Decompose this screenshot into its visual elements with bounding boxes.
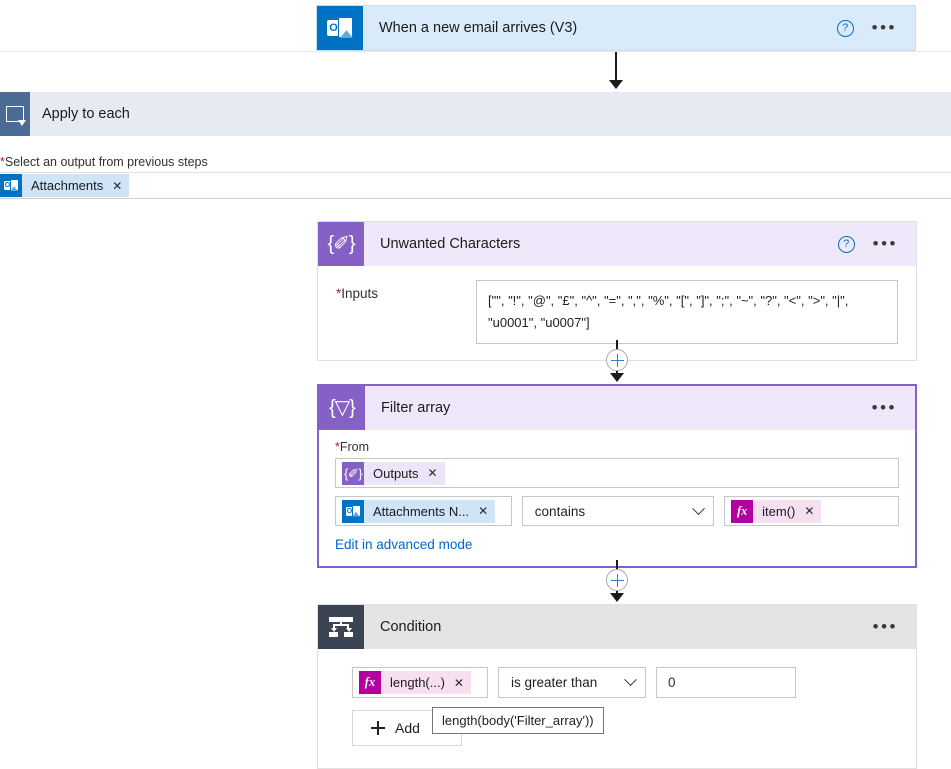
trigger-actions: ? ••• [836,19,915,37]
outputs-token-label: Outputs [373,465,419,481]
filter-menu-icon[interactable]: ••• [872,399,897,416]
add-button-label: Add [395,720,420,736]
filter-operator-dropdown[interactable]: contains [521,496,715,526]
length-token[interactable]: fx length(...) ✕ [359,671,471,694]
compose-card-actions: ? ••• [837,235,916,253]
filter-array-header[interactable]: {▽} Filter array ••• [319,386,915,430]
filter-condition-row: O Attachments N... ✕ contains fx item() … [335,496,899,526]
trigger-strip: O When a new email arrives (V3) ? ••• [0,0,951,52]
filter-array-card[interactable]: {▽} Filter array ••• *From {✐} Outputs ✕ [317,384,917,568]
condition-header[interactable]: Condition ••• [318,605,916,649]
trigger-title: When a new email arrives (V3) [379,20,578,36]
condition-icon [318,605,364,649]
filter-from-label: *From [335,440,899,454]
condition-title: Condition [380,619,442,635]
connector-arrow-compose-filter [610,373,624,382]
filter-from-field[interactable]: {✐} Outputs ✕ [335,458,899,488]
chevron-down-icon [624,673,637,687]
help-icon[interactable]: ? [836,19,854,37]
edit-advanced-mode-link[interactable]: Edit in advanced mode [335,537,472,552]
filter-brace-glyph: {▽} [329,397,356,419]
connector-line-trigger-loop [615,52,617,82]
compose-inputs-label: *Inputs [336,280,476,301]
compose-inputs-label-text: Inputs [341,286,379,301]
attachments-token[interactable]: O Attachments ✕ [0,174,130,197]
compose-icon: {✐} [342,461,364,485]
filter-right-field[interactable]: fx item() ✕ [724,496,899,526]
fx-icon: fx [731,499,754,523]
trigger-menu-icon[interactable]: ••• [872,19,897,36]
filter-array-title: Filter array [381,400,451,416]
condition-expression-row: fx length(...) ✕ is greater than 0 [352,667,900,698]
insert-step-button-2[interactable] [606,569,628,591]
condition-card[interactable]: Condition ••• fx length(...) ✕ is greate… [317,604,917,769]
loop-output-field[interactable]: O Attachments ✕ [0,172,951,199]
help-icon[interactable]: ? [837,235,855,253]
remove-token-icon[interactable]: ✕ [478,504,488,518]
condition-left-field[interactable]: fx length(...) ✕ [352,667,488,698]
outputs-token[interactable]: {✐} Outputs ✕ [342,461,445,485]
compose-icon: {✐} [318,222,364,266]
compose-menu-icon[interactable]: ••• [873,235,898,252]
fx-label: fx [364,675,376,689]
expression-tooltip: length(body('Filter_array')) [432,707,604,734]
filter-array-actions: ••• [872,399,915,416]
item-token-label: item() [762,503,796,519]
length-token-label: length(...) [390,675,445,690]
condition-body: fx length(...) ✕ is greater than 0 Add [318,649,916,766]
connector-arrow-filter-condition [610,593,624,602]
attachments-name-token-label: Attachments N... [373,503,470,519]
apply-to-each-title: Apply to each [42,106,130,122]
compose-inputs-field[interactable]: ["", "!", "@", "£", "^", "=", ",", "%", … [476,280,898,344]
remove-token-icon[interactable]: ✕ [428,466,438,480]
attachments-token-label: Attachments [31,178,104,193]
outlook-icon: O [317,6,363,50]
remove-token-icon[interactable]: ✕ [454,676,464,690]
item-token[interactable]: fx item() ✕ [731,499,822,523]
outlook-icon: O [0,174,22,197]
remove-token-icon[interactable]: ✕ [804,504,814,518]
compose-brace-glyph: {✐} [327,233,355,255]
condition-actions: ••• [873,618,916,635]
outlook-icon: O [342,499,364,523]
compose-card-title: Unwanted Characters [380,236,521,252]
connector-arrow-trigger-loop [609,80,623,89]
loop-icon [0,92,30,136]
apply-to-each-header[interactable]: Apply to each [0,92,951,136]
fx-label: fx [736,503,748,518]
compose-card-header[interactable]: {✐} Unwanted Characters ? ••• [318,222,916,266]
condition-menu-icon[interactable]: ••• [873,618,898,635]
condition-value-input[interactable]: 0 [656,667,796,698]
trigger-card[interactable]: O When a new email arrives (V3) ? ••• [316,5,916,51]
condition-operator-dropdown[interactable]: is greater than [498,667,646,698]
filter-from-label-text: From [339,440,370,454]
insert-step-button-1[interactable] [606,349,628,371]
filter-left-field[interactable]: O Attachments N... ✕ [335,496,512,526]
condition-operator-value: is greater than [511,675,598,690]
plus-icon [371,721,385,735]
filter-array-body: *From {✐} Outputs ✕ O Attachments N... ✕… [319,430,915,566]
filter-array-icon: {▽} [319,386,365,430]
filter-operator-value: contains [534,503,586,519]
loop-field-label-text: Select an output from previous steps [4,155,208,169]
chevron-down-icon [692,501,706,515]
attachments-name-token[interactable]: O Attachments N... ✕ [342,499,496,523]
remove-token-icon[interactable]: ✕ [112,179,122,193]
fx-icon: fx [359,671,381,694]
loop-field-label: *Select an output from previous steps [0,155,208,169]
